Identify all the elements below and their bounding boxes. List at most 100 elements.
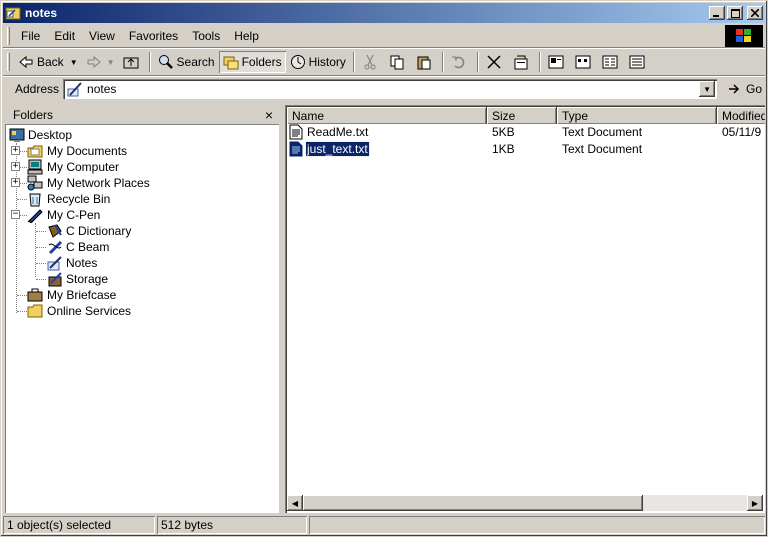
undo-button[interactable] bbox=[447, 51, 474, 73]
folders-button[interactable]: Folders bbox=[218, 51, 286, 73]
up-folder-icon bbox=[123, 57, 139, 69]
column-header-name[interactable]: Name bbox=[287, 107, 487, 124]
chevron-left-icon: ◀ bbox=[291, 498, 299, 508]
collapse-icon[interactable]: − bbox=[11, 210, 20, 219]
my-documents-icon bbox=[27, 145, 43, 158]
file-type: Text Document bbox=[562, 142, 643, 156]
tree-item-recycle-bin[interactable]: Recycle Bin bbox=[5, 191, 279, 207]
history-button[interactable]: History bbox=[286, 51, 350, 73]
close-folders-pane-icon[interactable]: × bbox=[265, 107, 273, 123]
briefcase-icon bbox=[27, 288, 43, 302]
history-icon bbox=[290, 55, 305, 69]
address-input[interactable]: notes ▼ bbox=[63, 79, 718, 99]
maximize-button[interactable] bbox=[727, 6, 743, 20]
up-folder-button[interactable] bbox=[119, 51, 146, 73]
folders-pane-title: Folders bbox=[13, 107, 54, 122]
tree-label: Online Services bbox=[47, 304, 132, 318]
tree-label: Notes bbox=[66, 256, 98, 270]
file-size: 1KB bbox=[492, 142, 515, 156]
tree-item-notes[interactable]: Notes bbox=[5, 255, 279, 271]
tree-item-my-computer[interactable]: + My Computer bbox=[5, 159, 279, 175]
menu-file[interactable]: File bbox=[14, 29, 47, 43]
paste-button[interactable] bbox=[412, 51, 439, 73]
back-label: Back bbox=[37, 55, 64, 69]
status-size: 512 bytes bbox=[157, 516, 307, 534]
menu-tools[interactable]: Tools bbox=[185, 29, 227, 43]
expand-icon[interactable]: + bbox=[11, 178, 20, 187]
tree-item-my-documents[interactable]: + My Documents bbox=[5, 143, 279, 159]
folders-pane: Folders × Desktop + My Documents + My Co… bbox=[5, 105, 279, 513]
expand-icon[interactable]: + bbox=[11, 162, 20, 171]
file-type: Text Document bbox=[562, 125, 643, 139]
toolbar-grip[interactable] bbox=[7, 53, 10, 71]
tree-label: My Computer bbox=[47, 160, 120, 174]
scrollbar-thumb[interactable] bbox=[303, 495, 643, 511]
back-dropdown-icon[interactable]: ▼ bbox=[70, 58, 78, 67]
undo-icon bbox=[451, 56, 465, 69]
view-large-icons-button[interactable] bbox=[544, 51, 571, 73]
file-list-pane: Name Size Type Modified ReadMe.txt 5KB T… bbox=[285, 105, 765, 513]
view-list-button[interactable] bbox=[598, 51, 625, 73]
title-bar[interactable]: notes bbox=[3, 3, 765, 23]
forward-button[interactable]: ▼ bbox=[82, 51, 119, 73]
properties-button[interactable] bbox=[509, 51, 536, 73]
windows-logo-icon bbox=[725, 25, 763, 47]
address-label: Address bbox=[15, 82, 60, 96]
column-header-modified[interactable]: Modified bbox=[717, 107, 765, 124]
copy-icon bbox=[390, 55, 404, 70]
tree-connector bbox=[17, 295, 27, 296]
horizontal-scrollbar[interactable]: ◀ ▶ bbox=[287, 495, 763, 511]
minimize-button[interactable] bbox=[709, 6, 725, 20]
menu-view[interactable]: View bbox=[82, 29, 122, 43]
address-bar: Address notes ▼ Go bbox=[3, 77, 765, 101]
search-button[interactable]: Search bbox=[154, 51, 219, 73]
address-dropdown-button[interactable]: ▼ bbox=[699, 81, 716, 97]
close-icon bbox=[751, 9, 759, 17]
menu-grip[interactable] bbox=[7, 27, 10, 45]
small-icons-icon bbox=[575, 55, 591, 69]
address-value: notes bbox=[87, 82, 117, 96]
scroll-right-button[interactable]: ▶ bbox=[747, 495, 763, 511]
tree-item-my-cpen[interactable]: − My C-Pen bbox=[5, 207, 279, 223]
go-button[interactable]: Go bbox=[727, 81, 762, 97]
view-small-icons-button[interactable] bbox=[571, 51, 598, 73]
text-file-icon bbox=[289, 124, 303, 140]
tree-item-online-services[interactable]: Online Services bbox=[5, 303, 279, 319]
toolbar-separator bbox=[476, 52, 479, 72]
go-arrow-icon bbox=[729, 84, 740, 94]
chevron-right-icon: ▶ bbox=[751, 498, 759, 508]
tree-label: C Beam bbox=[66, 240, 110, 254]
scroll-left-button[interactable]: ◀ bbox=[287, 495, 303, 511]
search-icon bbox=[158, 55, 173, 69]
menu-edit[interactable]: Edit bbox=[47, 29, 82, 43]
folders-pane-header: Folders × bbox=[5, 105, 279, 125]
tree-label: Recycle Bin bbox=[47, 192, 111, 206]
tree-label: C Dictionary bbox=[66, 224, 132, 238]
tree-item-c-beam[interactable]: C Beam bbox=[5, 239, 279, 255]
copy-button[interactable] bbox=[385, 51, 412, 73]
text-file-icon bbox=[289, 141, 303, 157]
column-header-type[interactable]: Type bbox=[557, 107, 717, 124]
forward-dropdown-icon[interactable]: ▼ bbox=[107, 58, 115, 67]
tree-item-desktop[interactable]: Desktop bbox=[5, 127, 279, 143]
tree-item-my-network-places[interactable]: + My Network Places bbox=[5, 175, 279, 191]
go-label: Go bbox=[746, 82, 763, 96]
delete-button[interactable] bbox=[482, 51, 509, 73]
close-button[interactable] bbox=[747, 6, 763, 20]
view-details-button[interactable] bbox=[625, 51, 652, 73]
column-header-size[interactable]: Size bbox=[487, 107, 557, 124]
expand-icon[interactable]: + bbox=[11, 146, 20, 155]
tree-item-c-dictionary[interactable]: C Dictionary bbox=[5, 223, 279, 239]
back-arrow-icon bbox=[19, 55, 33, 69]
details-view-icon bbox=[629, 55, 645, 69]
menu-help[interactable]: Help bbox=[227, 29, 266, 43]
back-button[interactable]: Back ▼ bbox=[14, 51, 82, 73]
cut-button[interactable] bbox=[358, 51, 385, 73]
tree-item-my-briefcase[interactable]: My Briefcase bbox=[5, 287, 279, 303]
menu-favorites[interactable]: Favorites bbox=[122, 29, 185, 43]
forward-arrow-icon bbox=[87, 55, 101, 69]
tree-item-storage[interactable]: Storage bbox=[5, 271, 279, 287]
standard-toolbar: Back ▼ ▼ Search Folders History bbox=[3, 49, 765, 75]
minimize-icon bbox=[713, 15, 719, 17]
folder-icon bbox=[27, 304, 43, 318]
